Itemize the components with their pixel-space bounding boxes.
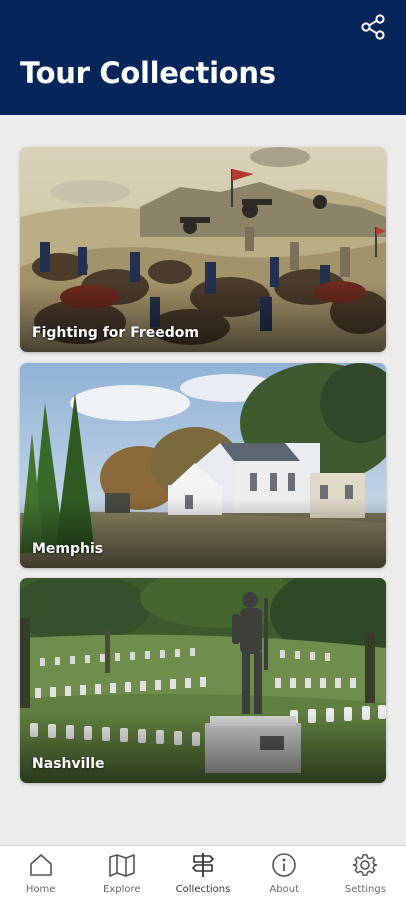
tab-settings[interactable]: Settings: [325, 846, 406, 900]
share-button[interactable]: [358, 12, 388, 42]
info-icon: [272, 853, 297, 877]
collection-card-nashville[interactable]: Nashville: [20, 578, 386, 783]
home-icon: [29, 854, 52, 876]
collection-card-fighting-for-freedom[interactable]: Fighting for Freedom: [20, 147, 386, 352]
share-icon: [361, 14, 385, 40]
page-title: Tour Collections: [20, 56, 276, 90]
tab-label: Home: [25, 884, 56, 895]
map-icon: [108, 854, 135, 877]
tab-label: Explore: [103, 884, 141, 895]
tab-label: Settings: [344, 884, 386, 895]
bottom-tab-bar: Home Explore Collections About Settings: [0, 845, 406, 900]
tab-label: Collections: [175, 884, 231, 895]
tab-home[interactable]: Home: [0, 846, 81, 900]
tab-label: About: [269, 884, 299, 895]
collection-card-label: Nashville: [32, 756, 105, 772]
collections-list: Fighting for Freedom Memphis Nashville: [0, 115, 406, 845]
signpost-icon: [192, 853, 214, 877]
collection-card-label: Fighting for Freedom: [32, 325, 199, 341]
tab-explore[interactable]: Explore: [81, 846, 162, 900]
tab-collections[interactable]: Collections: [162, 846, 243, 900]
gear-icon: [353, 854, 378, 876]
app-header: Tour Collections: [0, 0, 406, 115]
collection-card-label: Memphis: [32, 541, 104, 557]
collection-card-memphis[interactable]: Memphis: [20, 363, 386, 568]
tab-about[interactable]: About: [244, 846, 325, 900]
